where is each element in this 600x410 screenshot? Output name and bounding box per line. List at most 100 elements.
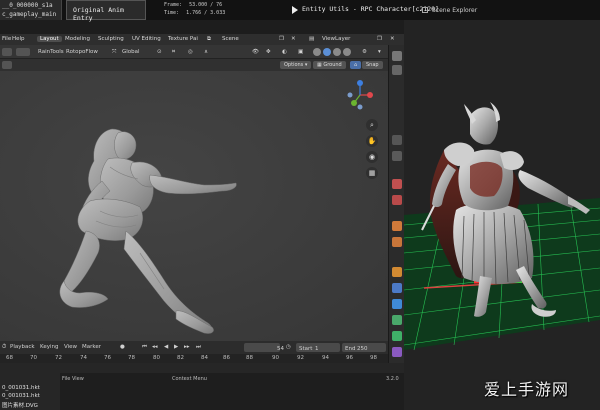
timeline-track-area[interactable]	[0, 363, 404, 373]
tab-modeling[interactable]: Modeling	[65, 36, 90, 42]
view-layer-props-icon[interactable]	[392, 151, 402, 161]
snap-icon[interactable]: ⌗	[172, 49, 175, 56]
data-props-icon[interactable]	[392, 315, 402, 325]
pivot-icon[interactable]: ⊙	[157, 49, 162, 55]
menu-file[interactable]: File	[2, 36, 11, 42]
scene-close-icon[interactable]: ✕	[291, 36, 296, 42]
world-props-icon[interactable]	[392, 195, 402, 205]
play-icon[interactable]: ▶	[174, 344, 178, 350]
end-frame-field[interactable]: End 250	[342, 343, 386, 352]
orientation-global[interactable]: Global	[122, 49, 140, 55]
orientation-icon[interactable]: ⤧	[112, 49, 116, 56]
scene-copy-icon[interactable]: ❐	[279, 36, 284, 42]
shading-solid-icon[interactable]	[323, 48, 331, 56]
tab-uv-editing[interactable]: UV Editing	[132, 36, 161, 42]
proportional-icon[interactable]: ◎	[188, 49, 193, 55]
checkbox-icon[interactable]	[422, 7, 428, 13]
mode-button[interactable]	[16, 48, 30, 56]
settings-gear-icon[interactable]: ⚙	[362, 49, 367, 55]
record-icon[interactable]: ●	[120, 344, 125, 350]
zoom-icon[interactable]: ⌕	[366, 119, 378, 131]
start-frame-field[interactable]: Start 1	[296, 343, 340, 352]
camera-icon[interactable]: ◉	[366, 151, 378, 163]
constraints-props-icon[interactable]	[392, 299, 402, 309]
overlay-icon[interactable]: ◐	[282, 49, 287, 55]
shading-rendered-icon[interactable]	[343, 48, 351, 56]
snap-button[interactable]: Snap	[362, 61, 383, 69]
anim-entry-panel[interactable]: Original Anim Entry	[66, 0, 146, 22]
file-item[interactable]: 0_001031.hkt	[2, 385, 40, 391]
filter-icon[interactable]: ▾	[378, 49, 381, 55]
output-props-icon[interactable]	[392, 135, 402, 145]
3d-viewport[interactable]: ⌕ ✋ ◉ ▦	[0, 71, 388, 341]
xray-icon[interactable]: ▣	[298, 49, 303, 55]
texture-props-icon[interactable]	[392, 347, 402, 357]
material-props-icon[interactable]	[392, 331, 402, 341]
prev-key-icon[interactable]: ◂◂	[152, 344, 158, 350]
gizmo-x-axis-icon[interactable]	[367, 92, 373, 98]
scene-name[interactable]: Scene	[222, 36, 239, 42]
options-dropdown[interactable]: Options ▾	[280, 61, 312, 69]
ground-label: Ground	[323, 62, 342, 68]
scene-props-icon[interactable]	[392, 179, 402, 189]
time-row: Time: 1.766 / 3.033	[164, 10, 225, 16]
game-preview-viewport[interactable]	[404, 20, 600, 410]
snap-toggle[interactable]: ⌂	[350, 61, 362, 69]
jump-start-icon[interactable]: ⏮	[142, 344, 147, 351]
play-reverse-icon[interactable]: ◀	[164, 344, 168, 350]
next-key-icon[interactable]: ▸▸	[184, 344, 190, 350]
grid-icon[interactable]: ▦	[366, 167, 378, 179]
tool-raintools[interactable]: RainTools	[38, 49, 64, 55]
file-item[interactable]: 0_001031.hkt	[2, 393, 40, 399]
tool-retopoflow[interactable]: RotopoFlow	[66, 49, 98, 55]
options-label: Options	[284, 62, 304, 68]
play-triangle-icon[interactable]	[292, 6, 298, 14]
gizmo-y-axis-icon[interactable]	[351, 100, 357, 106]
physics-props-icon[interactable]	[392, 283, 402, 293]
menu-marker[interactable]: Marker	[82, 344, 101, 350]
context-menu-header[interactable]: Context Menu	[172, 376, 207, 382]
object-props-icon[interactable]	[392, 221, 402, 231]
viewport-canvas	[0, 71, 388, 341]
editor-type-button[interactable]	[2, 48, 12, 56]
scene-icon[interactable]: ⧉	[207, 36, 211, 43]
visibility-icon[interactable]: 👁	[252, 49, 259, 55]
menu-keying[interactable]: Keying	[40, 344, 58, 350]
file-view-header[interactable]: File View	[62, 376, 84, 382]
render-props-icon[interactable]	[392, 65, 402, 75]
menu-help[interactable]: Help	[12, 36, 25, 42]
ruler-tick: 98	[370, 355, 377, 361]
particles-props-icon[interactable]	[392, 267, 402, 277]
viewport-subbar: Options ▾ ▦ Ground ⌂ Snap	[0, 59, 388, 71]
gizmo-z-axis-icon[interactable]	[357, 80, 363, 86]
viewlayer-copy-icon[interactable]: ❐	[377, 36, 382, 42]
ruler-tick: 92	[297, 355, 304, 361]
shading-wireframe-icon[interactable]	[313, 48, 321, 56]
tool-props-icon[interactable]	[392, 51, 402, 61]
tab-sculpting[interactable]: Sculpting	[98, 36, 124, 42]
modifier-props-icon[interactable]	[392, 237, 402, 247]
tab-layout[interactable]: Layout	[37, 36, 62, 42]
viewlayer-name[interactable]: ViewLayer	[322, 36, 350, 42]
clock-icon[interactable]: ◷	[286, 344, 291, 350]
scene-explorer-tab[interactable]: Scene Explorer	[422, 4, 542, 18]
gizmo-toggle-icon[interactable]: ✥	[266, 49, 271, 55]
menu-playback[interactable]: Playback	[10, 344, 35, 350]
current-frame-field[interactable]: 54	[244, 343, 284, 352]
viewlayer-icon[interactable]: ▤	[309, 36, 314, 42]
timeline-editor-icon[interactable]: ⏱	[2, 344, 6, 351]
gizmo-neg-x-icon[interactable]	[347, 92, 353, 98]
collapse-icon[interactable]	[2, 61, 12, 69]
navigation-gizmo[interactable]	[344, 79, 376, 111]
gizmo-neg-z-icon[interactable]	[357, 104, 363, 110]
tab-texture-paint[interactable]: Texture Pai	[168, 36, 198, 42]
ground-button[interactable]: ▦ Ground	[313, 61, 346, 69]
timeline-ruler[interactable]: 68 70 72 74 76 78 80 82 84 86 88 90 92 9…	[0, 354, 388, 363]
shading-material-icon[interactable]	[333, 48, 341, 56]
viewlayer-close-icon[interactable]: ✕	[390, 36, 395, 42]
menu-view[interactable]: View	[64, 344, 77, 350]
file-item[interactable]: 图片素材.DVG	[2, 401, 38, 409]
jump-end-icon[interactable]: ⏭	[196, 344, 201, 351]
hand-icon[interactable]: ✋	[366, 135, 378, 147]
falloff-icon[interactable]: ∧	[204, 49, 208, 55]
